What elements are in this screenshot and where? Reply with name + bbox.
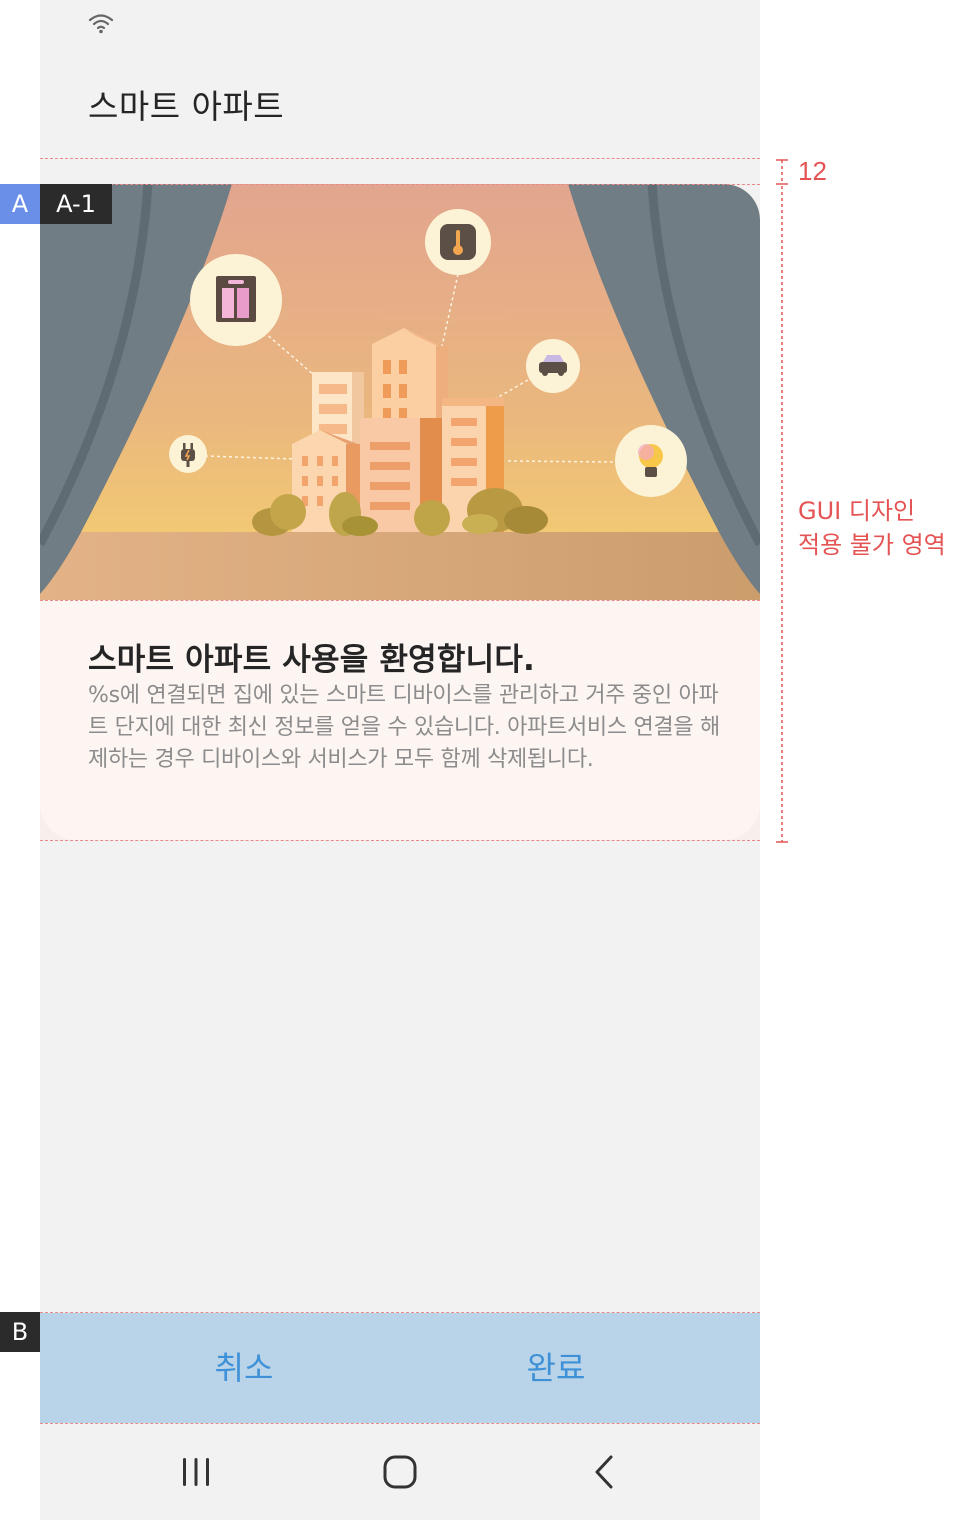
done-button[interactable]: 완료 — [400, 1313, 712, 1423]
welcome-card: 스마트 아파트 사용을 환영합니다. %s에 연결되면 집에 있는 스마트 디바… — [40, 184, 760, 840]
guide-line — [40, 184, 760, 185]
card-description: %s에 연결되면 집에 있는 스마트 디바이스를 관리하고 거주 중인 아파트 … — [88, 683, 720, 772]
cancel-button[interactable]: 취소 — [88, 1313, 400, 1423]
home-icon — [383, 1455, 417, 1489]
welcome-card-inner: 스마트 아파트 사용을 환영합니다. %s에 연결되면 집에 있는 스마트 디바… — [40, 184, 760, 840]
home-button[interactable] — [372, 1450, 428, 1494]
dimension-ruler — [776, 159, 788, 843]
spacing-label: 12 — [798, 156, 827, 186]
card-title: 스마트 아파트 사용을 환영합니다. — [88, 642, 536, 678]
recent-apps-button[interactable] — [168, 1450, 224, 1494]
back-button[interactable] — [576, 1450, 632, 1494]
annotation-tag-a1: A-1 — [40, 184, 112, 224]
lightbulb-icon — [615, 425, 687, 497]
car-icon — [526, 339, 580, 393]
page-title: 스마트 아파트 — [88, 87, 285, 126]
status-bar — [40, 0, 760, 44]
thermometer-icon — [425, 209, 491, 275]
gui-note-line2: 적용 불가 영역 — [798, 531, 946, 559]
navigation-bar — [40, 1424, 760, 1520]
back-icon — [595, 1455, 613, 1489]
smart-apartment-illustration — [40, 184, 760, 600]
elevator-icon — [190, 254, 282, 346]
plug-icon — [169, 435, 207, 473]
guide-line — [40, 840, 760, 841]
gui-note-line1: GUI 디자인 — [798, 497, 916, 525]
recent-apps-icon — [183, 1458, 209, 1486]
wifi-icon — [88, 14, 114, 34]
guide-line — [40, 158, 760, 159]
gui-restricted-note: GUI 디자인 적용 불가 영역 — [798, 494, 946, 562]
bottom-button-bar: 취소 완료 — [40, 1313, 760, 1423]
guide-line — [40, 600, 760, 601]
phone-screen: 스마트 아파트 스마트 아파트 사용을 환영합니다. %s에 연결되면 집에 있… — [40, 0, 760, 1520]
annotation-tag-b: B — [0, 1312, 40, 1352]
annotation-tag-a: A — [0, 184, 40, 224]
